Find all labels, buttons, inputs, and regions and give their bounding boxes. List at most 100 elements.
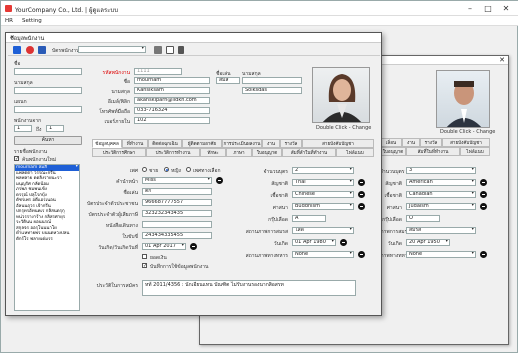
religion-select[interactable]: Buddhism — [292, 203, 354, 210]
list-item[interactable]: ตำเเหทายพร บนนดหวงปลน — [15, 231, 79, 237]
race-remove-icon[interactable] — [358, 191, 365, 198]
bg-religion-select[interactable]: Judaism — [406, 203, 476, 210]
bg-tab-6[interactable]: สัมทิ์ในที่ทำงาน — [406, 147, 460, 156]
bg-nationality-remove-icon[interactable] — [480, 179, 487, 186]
delete-icon[interactable] — [26, 46, 34, 54]
list-item[interactable]: ตักร์โร ฟลายเด่มรร — [15, 237, 79, 243]
tab-attachments[interactable]: ไฟล์แนบ — [336, 148, 374, 157]
lastname-en-input[interactable] — [242, 77, 302, 84]
title-remove-icon[interactable] — [216, 177, 223, 184]
tab-evaluation[interactable]: การประเมินผลงาน — [222, 139, 262, 148]
phone-input[interactable]: 033-716324 — [134, 107, 210, 114]
nickname-input[interactable]: สมสี — [216, 77, 240, 84]
employee-photo[interactable] — [312, 67, 370, 123]
tab-skills[interactable]: ทักษะ — [200, 148, 226, 157]
license-input[interactable]: 243434335455 — [142, 232, 212, 239]
add-icon[interactable] — [13, 46, 21, 54]
tab-personal[interactable]: ข้อมูลบุคคล — [92, 139, 122, 148]
print-icon[interactable] — [154, 46, 162, 54]
tab-licenses[interactable]: ใบอนุญาต — [252, 148, 282, 157]
nationality-remove-icon[interactable] — [358, 179, 365, 186]
bg-military-select[interactable]: None — [406, 251, 476, 258]
bg-military-remove-icon[interactable] — [480, 251, 487, 258]
check1-checkbox[interactable] — [142, 254, 147, 259]
bg-children-select[interactable]: 3 — [406, 167, 476, 174]
lastname-input[interactable]: Kansiksam — [134, 87, 210, 94]
search-to-input[interactable]: 1 — [46, 125, 64, 132]
firstname-input[interactable]: mournam — [134, 77, 210, 84]
tab-awards[interactable]: รางวัล — [280, 139, 302, 148]
search-lastname-input[interactable] — [14, 87, 82, 94]
lastname-second-input[interactable]: Soiksdas — [242, 87, 302, 94]
nationality-select[interactable]: Thai — [292, 179, 354, 186]
bg-tab-2[interactable]: งาน — [402, 138, 420, 147]
birth-remove-icon[interactable] — [190, 243, 197, 250]
bg-tab-7[interactable]: ไฟล์แนบ — [460, 147, 490, 156]
tab-dependents[interactable]: ผู้ติดตามอาศัย — [182, 139, 222, 148]
nickname-field[interactable]: ตัก — [142, 188, 212, 195]
bg-tab-5[interactable]: ใบอนุญาต — [380, 147, 406, 156]
bg-tab-1[interactable]: เลิ่อน — [380, 138, 402, 147]
since-date[interactable]: 01 Apr 1980 — [292, 239, 336, 246]
tab-languages[interactable]: ภาษา — [226, 148, 252, 157]
note-textarea[interactable]: หท้ 2011/4356 : นักเอียนแทน บัณฑิต ไม่รั… — [142, 280, 356, 296]
bg-employee-photo[interactable] — [436, 70, 490, 128]
bg-close-icon[interactable]: ✕ — [499, 56, 505, 64]
close-button[interactable]: ✕ — [499, 3, 513, 14]
search-from-input[interactable]: 1 — [14, 125, 32, 132]
save-icon[interactable] — [38, 46, 46, 54]
military-select[interactable]: None — [292, 251, 354, 258]
search-firstname-label: ชื่อ — [14, 61, 21, 67]
ext-input[interactable]: 102 — [134, 117, 210, 124]
employee-list[interactable]: mournam สมสี แพลตตา วรรณะกรีน พลพลาย ดดล… — [14, 164, 80, 311]
bg-tab-3[interactable]: รางวัล — [420, 138, 442, 147]
birth-date[interactable]: 01 Apr 2017 — [142, 243, 186, 250]
title-select[interactable]: Miss — [142, 177, 212, 184]
race-select[interactable]: Chinese — [292, 191, 354, 198]
hourglass-icon[interactable] — [178, 46, 184, 54]
military-remove-icon[interactable] — [358, 251, 365, 258]
check2-checkbox[interactable]: ✓ — [142, 263, 147, 269]
bg-tab-4[interactable]: สายบังคับบัญชา — [442, 138, 490, 147]
blood-input[interactable]: A — [292, 215, 326, 222]
maximize-button[interactable]: □ — [481, 3, 495, 14]
menu-setting[interactable]: Setting — [22, 18, 42, 24]
gender-male-radio[interactable] — [142, 167, 147, 172]
minimize-button[interactable]: – — [463, 3, 477, 14]
bg-religion-remove-icon[interactable] — [480, 203, 487, 210]
lastname-label: นามสกุล — [111, 89, 130, 95]
children-select[interactable]: 2 — [292, 167, 354, 174]
tab-workplace[interactable]: ที่ทำงาน — [122, 139, 148, 148]
new-only-checkbox[interactable]: ✓ — [14, 156, 19, 162]
code-input[interactable]: 1111 — [134, 68, 182, 75]
bg-race-remove-icon[interactable] — [480, 191, 487, 198]
gender-other-radio[interactable] — [186, 167, 191, 172]
email-input[interactable]: akanskiparn@lidkh.com — [134, 97, 210, 104]
gender-female-radio[interactable] — [164, 167, 169, 172]
bg-blood-input[interactable]: O — [406, 215, 440, 222]
export-icon[interactable] — [166, 46, 174, 54]
gender-male-label: ชาย — [149, 168, 159, 174]
tab-job[interactable]: งาน — [262, 139, 280, 148]
tab-work-history[interactable]: ประวัติการทำงาน — [146, 148, 200, 157]
taxid-input[interactable]: 323232343435 — [142, 210, 212, 217]
bg-since-date[interactable]: 20 Apr 1950 — [406, 239, 450, 246]
search-dept-input[interactable] — [14, 106, 82, 113]
menu-hr[interactable]: HR — [5, 18, 13, 24]
search-button[interactable]: ค้นหา — [14, 136, 82, 145]
tab-hierarchy[interactable]: สายบังคับบัญชา — [302, 139, 374, 148]
bg-nationality-select[interactable]: American — [406, 179, 476, 186]
bg-marital-select[interactable]: สมรส — [406, 227, 476, 234]
idcard-input[interactable]: 966687777557 — [142, 199, 212, 206]
passport-input[interactable] — [142, 221, 212, 228]
tab-education[interactable]: ประวัติการศึกษา — [92, 148, 146, 157]
since-remove-icon[interactable] — [340, 239, 347, 246]
bg-race-select[interactable]: Canadian — [406, 191, 476, 198]
tab-emergency[interactable]: ติดต่อฉุกเฉิน — [148, 139, 182, 148]
dialog-close-icon[interactable]: ✕ — [10, 35, 378, 41]
tab-workplace-rights[interactable]: สัมทิ์ลำในที่ทำงาน — [282, 148, 336, 157]
search-firstname-input[interactable] — [14, 68, 82, 75]
card-select[interactable] — [78, 46, 146, 53]
marital-select[interactable]: โสด — [292, 227, 354, 234]
religion-remove-icon[interactable] — [358, 203, 365, 210]
